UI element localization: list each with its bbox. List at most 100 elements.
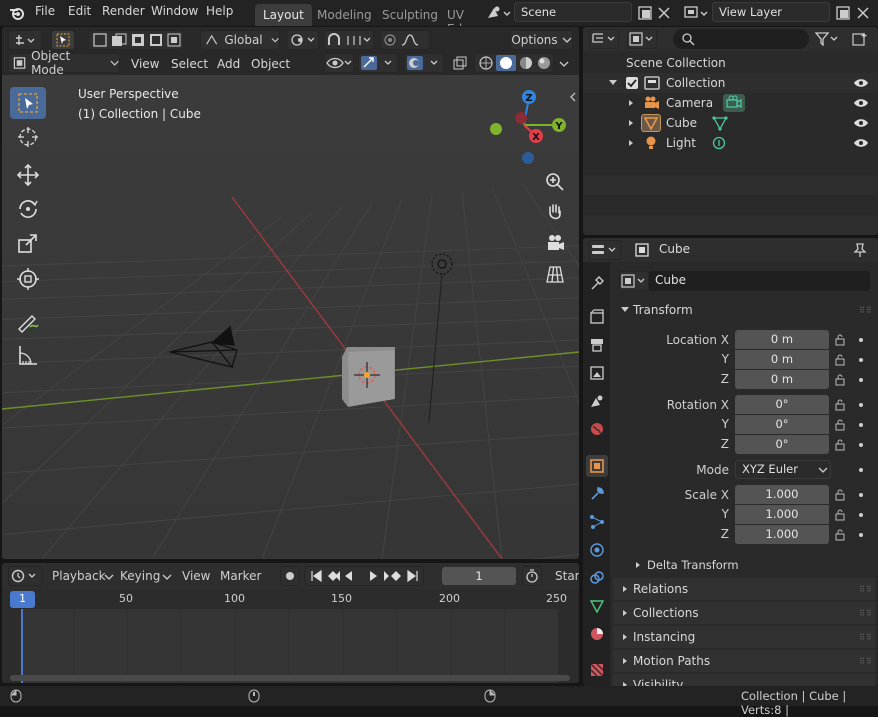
playback-controls[interactable]	[304, 566, 424, 586]
current-frame-field[interactable]: 1	[442, 567, 516, 585]
copy-scene-icon[interactable]	[637, 4, 653, 22]
tab-output-icon[interactable]	[586, 334, 608, 356]
display-mode-button[interactable]	[627, 29, 657, 49]
cube-expand-chevron-icon[interactable]	[627, 119, 635, 127]
outliner-search-input[interactable]	[673, 29, 809, 49]
current-frame-marker[interactable]: 1	[10, 591, 35, 608]
pivot-point-dropdown[interactable]	[287, 30, 319, 50]
delta-transform-subpanel[interactable]: Delta Transform	[613, 554, 875, 576]
transform-panel-header[interactable]: Transform ⠿⠿	[613, 299, 875, 321]
scale-tool[interactable]	[10, 227, 46, 259]
relations-drag-handle-icon[interactable]: ⠿⠿	[859, 585, 873, 594]
collection-checkbox[interactable]	[626, 77, 638, 89]
tab-uv-editing[interactable]: UV Ed	[439, 4, 477, 26]
lock-scale-z-icon[interactable]	[835, 529, 847, 541]
tab-view-layer-icon[interactable]	[586, 362, 608, 384]
properties-editor-type-button[interactable]	[589, 240, 621, 260]
light-data-icon[interactable]	[711, 135, 727, 151]
collections-panel-header[interactable]: Collections ⠿⠿	[613, 602, 875, 624]
location-z-field[interactable]: 0 m	[735, 370, 829, 389]
tab-tool-icon[interactable]	[586, 272, 608, 294]
viewport-menu-select[interactable]: Select	[171, 57, 208, 71]
timeline-menu-marker[interactable]: Marker	[220, 569, 261, 583]
tab-modeling[interactable]: Modeling	[309, 4, 380, 26]
lock-rotation-z-icon[interactable]	[835, 439, 847, 451]
tab-data-icon[interactable]	[586, 595, 608, 617]
preview-range-toggle[interactable]	[522, 566, 542, 586]
options-dropdown[interactable]: Options	[510, 30, 573, 50]
location-x-field[interactable]: 0 m	[735, 330, 829, 349]
copy-view-layer-icon[interactable]	[835, 4, 851, 22]
cursor-tool[interactable]	[10, 121, 46, 153]
xray-toggle-icon[interactable]	[452, 55, 468, 71]
camera-data-icon[interactable]	[723, 94, 745, 112]
scale-z-field[interactable]: 1.000	[735, 525, 829, 544]
keyframe-location-y-dot[interactable]	[859, 358, 863, 362]
lock-location-y-icon[interactable]	[835, 354, 847, 366]
keyframe-scale-y-dot[interactable]	[859, 513, 863, 517]
viewport-menu-view[interactable]: View	[131, 57, 159, 71]
transform-orientation-dropdown[interactable]: Global	[200, 30, 280, 50]
timeline-menu-keying[interactable]: Keying	[120, 569, 160, 583]
keyframe-location-z-dot[interactable]	[859, 378, 863, 382]
outliner-row-collection[interactable]: Collection	[583, 73, 878, 93]
outliner-editor[interactable]: Scene Collection Collection Camera Cube …	[583, 27, 878, 235]
menu-edit[interactable]: Edit	[68, 4, 91, 18]
tab-modifiers-icon[interactable]	[586, 483, 608, 505]
record-button[interactable]	[280, 566, 300, 586]
keyframe-rotation-x-dot[interactable]	[859, 403, 863, 407]
shading-mode-group[interactable]	[474, 53, 554, 73]
outliner-empty-area[interactable]	[583, 155, 878, 235]
cube-visibility-eye-icon[interactable]	[853, 117, 869, 129]
scene-selector-icon[interactable]	[485, 4, 511, 22]
outliner-row-cube[interactable]: Cube	[583, 113, 878, 133]
cube-mesh-data-icon[interactable]	[712, 115, 728, 131]
shading-options-chevron-icon[interactable]	[557, 57, 571, 71]
collections-drag-handle-icon[interactable]: ⠿⠿	[859, 609, 873, 618]
gizmo-toggle[interactable]	[358, 53, 398, 73]
menu-window[interactable]: Window	[151, 4, 198, 18]
timeline-menu-view[interactable]: View	[182, 569, 210, 583]
tab-particles-icon[interactable]	[586, 511, 608, 533]
motion-paths-panel-header[interactable]: Motion Paths ⠿⠿	[613, 650, 875, 672]
tab-render-icon[interactable]	[586, 306, 608, 328]
keyframe-scale-x-dot[interactable]	[859, 493, 863, 497]
keyframe-rotation-mode-dot[interactable]	[859, 468, 863, 472]
tab-texture-icon[interactable]	[586, 659, 608, 681]
light-visibility-eye-icon[interactable]	[853, 137, 869, 149]
keyframe-rotation-z-dot[interactable]	[859, 443, 863, 447]
filter-icon[interactable]	[815, 31, 839, 47]
lock-scale-y-icon[interactable]	[835, 509, 847, 521]
camera-expand-chevron-icon[interactable]	[627, 99, 635, 107]
navigation-gizmo[interactable]: Z Y X	[482, 83, 574, 175]
perspective-toggle-icon[interactable]	[542, 261, 568, 287]
location-y-field[interactable]: 0 m	[735, 350, 829, 369]
close-scene-icon[interactable]	[656, 4, 672, 22]
tab-world-icon[interactable]	[586, 418, 608, 440]
instancing-drag-handle-icon[interactable]: ⠿⠿	[859, 633, 873, 642]
viewport-menu-object[interactable]: Object	[251, 57, 290, 71]
outliner-row-camera[interactable]: Camera	[583, 93, 878, 113]
object-mode-dropdown[interactable]: Object Mode	[8, 49, 120, 77]
tab-sculpting[interactable]: Sculpting	[374, 4, 446, 26]
rotation-y-field[interactable]: 0°	[735, 415, 829, 434]
close-view-layer-icon[interactable]	[855, 4, 871, 22]
sidebar-toggle-chevron-icon[interactable]	[568, 91, 578, 103]
camera-view-icon[interactable]	[542, 230, 568, 256]
tab-layout[interactable]: Layout	[255, 4, 312, 26]
lock-rotation-y-icon[interactable]	[835, 419, 847, 431]
object-name-field[interactable]: Cube	[649, 271, 870, 291]
select-mode-tool-button[interactable]	[51, 30, 75, 50]
keyframe-scale-z-dot[interactable]	[859, 533, 863, 537]
move-tool[interactable]	[10, 159, 46, 191]
tab-material-icon[interactable]	[586, 623, 608, 645]
pan-view-icon[interactable]	[542, 199, 568, 225]
tab-scene-icon[interactable]	[586, 390, 608, 412]
lock-location-x-icon[interactable]	[835, 334, 847, 346]
blender-logo-icon[interactable]	[8, 4, 26, 22]
lock-location-z-icon[interactable]	[835, 374, 847, 386]
timeline-editor-type-button[interactable]	[8, 566, 42, 586]
tab-object-icon[interactable]	[586, 455, 608, 477]
camera-visibility-eye-icon[interactable]	[853, 97, 869, 109]
menu-file[interactable]: File	[35, 4, 55, 18]
